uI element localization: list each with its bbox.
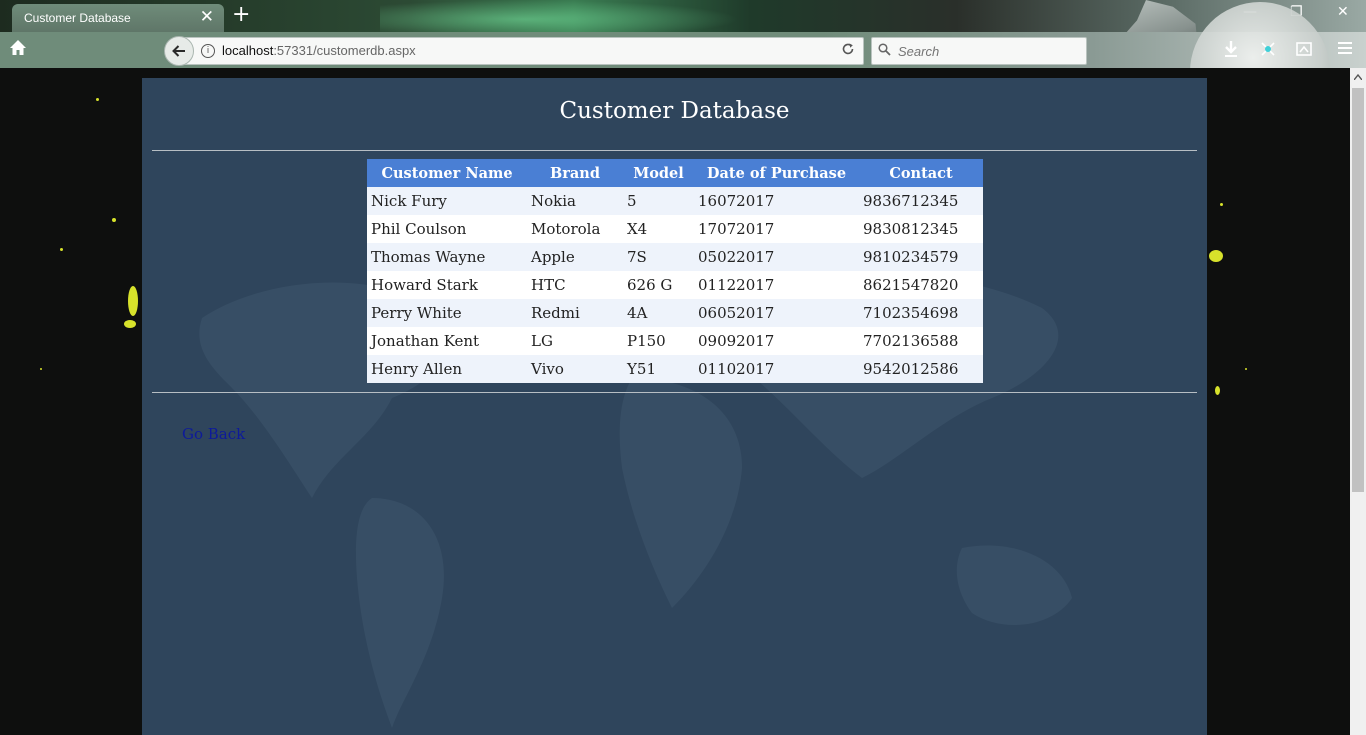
column-header: Contact — [859, 159, 983, 187]
decorative-splatter — [1215, 386, 1220, 395]
cell-model: Y51 — [623, 355, 694, 383]
back-button[interactable] — [164, 36, 194, 66]
address-bar[interactable]: i localhost:57331/customerdb.aspx — [180, 37, 864, 65]
cell-customer-name: Thomas Wayne — [367, 243, 527, 271]
customer-table: Customer Name Brand Model Date of Purcha… — [367, 159, 983, 383]
cell-contact: 7102354698 — [859, 299, 983, 327]
search-input[interactable] — [896, 41, 1080, 61]
decorative-splatter — [40, 368, 42, 370]
table-row: Perry White Redmi 4A 06052017 7102354698 — [367, 299, 983, 327]
url-host: localhost — [222, 43, 274, 58]
search-icon — [878, 43, 891, 59]
cell-contact: 9810234579 — [859, 243, 983, 271]
new-tab-button[interactable]: + — [232, 3, 250, 27]
cell-date: 01102017 — [694, 355, 859, 383]
column-header: Customer Name — [367, 159, 527, 187]
table-row: Phil Coulson Motorola X4 17072017 983081… — [367, 215, 983, 243]
go-back-link[interactable]: Go Back — [182, 425, 245, 443]
table-row: Jonathan Kent LG P150 09092017 770213658… — [367, 327, 983, 355]
table-row: Henry Allen Vivo Y51 01102017 9542012586 — [367, 355, 983, 383]
cell-date: 09092017 — [694, 327, 859, 355]
back-arrow-icon — [172, 45, 185, 57]
browser-tab[interactable]: Customer Database ✕ — [12, 4, 224, 32]
url-path: :57331/customerdb.aspx — [273, 43, 416, 58]
url-text: localhost:57331/customerdb.aspx — [222, 43, 416, 58]
page-title: Customer Database — [559, 98, 790, 124]
search-bar[interactable] — [871, 37, 1087, 65]
table-row: Howard Stark HTC 626 G 01122017 86215478… — [367, 271, 983, 299]
decorative-splatter — [128, 286, 138, 316]
cell-brand: Nokia — [527, 187, 623, 215]
cell-date: 16072017 — [694, 187, 859, 215]
home-icon[interactable] — [8, 38, 30, 60]
page-viewport: Customer Database Customer Name Brand Mo… — [0, 68, 1350, 735]
tab-title: Customer Database — [24, 11, 131, 25]
cell-brand: Motorola — [527, 215, 623, 243]
cell-date: 05022017 — [694, 243, 859, 271]
decorative-splatter — [112, 218, 116, 222]
cell-brand: LG — [527, 327, 623, 355]
close-window-button[interactable]: ✕ — [1337, 4, 1349, 20]
cell-model: 7S — [623, 243, 694, 271]
theme-aurora — [380, 0, 740, 32]
cell-customer-name: Nick Fury — [367, 187, 527, 215]
bottom-divider — [152, 392, 1197, 393]
cell-brand: Redmi — [527, 299, 623, 327]
cell-model: 4A — [623, 299, 694, 327]
table-header-row: Customer Name Brand Model Date of Purcha… — [367, 159, 983, 187]
cell-date: 01122017 — [694, 271, 859, 299]
decorative-splatter — [124, 320, 136, 328]
cell-brand: Vivo — [527, 355, 623, 383]
reload-icon[interactable] — [841, 42, 855, 60]
cell-customer-name: Perry White — [367, 299, 527, 327]
column-header: Date of Purchase — [694, 159, 859, 187]
table-row: Nick Fury Nokia 5 16072017 9836712345 — [367, 187, 983, 215]
page-scrollbar[interactable] — [1350, 68, 1366, 735]
cell-model: 5 — [623, 187, 694, 215]
scroll-up-arrow-icon[interactable] — [1353, 72, 1363, 83]
decorative-splatter — [60, 248, 63, 251]
cell-model: X4 — [623, 215, 694, 243]
pocket-icon[interactable] — [1295, 40, 1313, 62]
decorative-splatter — [96, 98, 99, 101]
cell-brand: HTC — [527, 271, 623, 299]
column-header: Brand — [527, 159, 623, 187]
cell-customer-name: Phil Coulson — [367, 215, 527, 243]
browser-navbar: i localhost:57331/customerdb.aspx — [0, 2, 1366, 142]
cell-model: P150 — [623, 327, 694, 355]
extension-icon[interactable] — [1259, 40, 1277, 62]
cell-customer-name: Howard Stark — [367, 271, 527, 299]
cell-contact: 9830812345 — [859, 215, 983, 243]
top-divider — [152, 150, 1197, 151]
cell-contact: 7702136588 — [859, 327, 983, 355]
cell-date: 17072017 — [694, 215, 859, 243]
download-icon[interactable] — [1223, 40, 1239, 62]
content-panel: Customer Database Customer Name Brand Mo… — [142, 78, 1207, 735]
decorative-splatter — [1209, 250, 1223, 262]
cell-date: 06052017 — [694, 299, 859, 327]
cell-brand: Apple — [527, 243, 623, 271]
tab-close-icon[interactable]: ✕ — [200, 7, 214, 27]
cell-contact: 9542012586 — [859, 355, 983, 383]
decorative-splatter — [1245, 368, 1247, 370]
cell-contact: 8621547820 — [859, 271, 983, 299]
scrollbar-thumb[interactable] — [1352, 88, 1364, 492]
table-row: Thomas Wayne Apple 7S 05022017 981023457… — [367, 243, 983, 271]
cell-customer-name: Jonathan Kent — [367, 327, 527, 355]
cell-contact: 9836712345 — [859, 187, 983, 215]
decorative-splatter — [1220, 203, 1223, 206]
cell-customer-name: Henry Allen — [367, 355, 527, 383]
browser-titlebar: Customer Database ✕ + — ❐ ✕ — [0, 0, 1366, 68]
menu-icon[interactable] — [1337, 40, 1353, 60]
column-header: Model — [623, 159, 694, 187]
cell-model: 626 G — [623, 271, 694, 299]
site-info-icon[interactable]: i — [201, 44, 215, 58]
